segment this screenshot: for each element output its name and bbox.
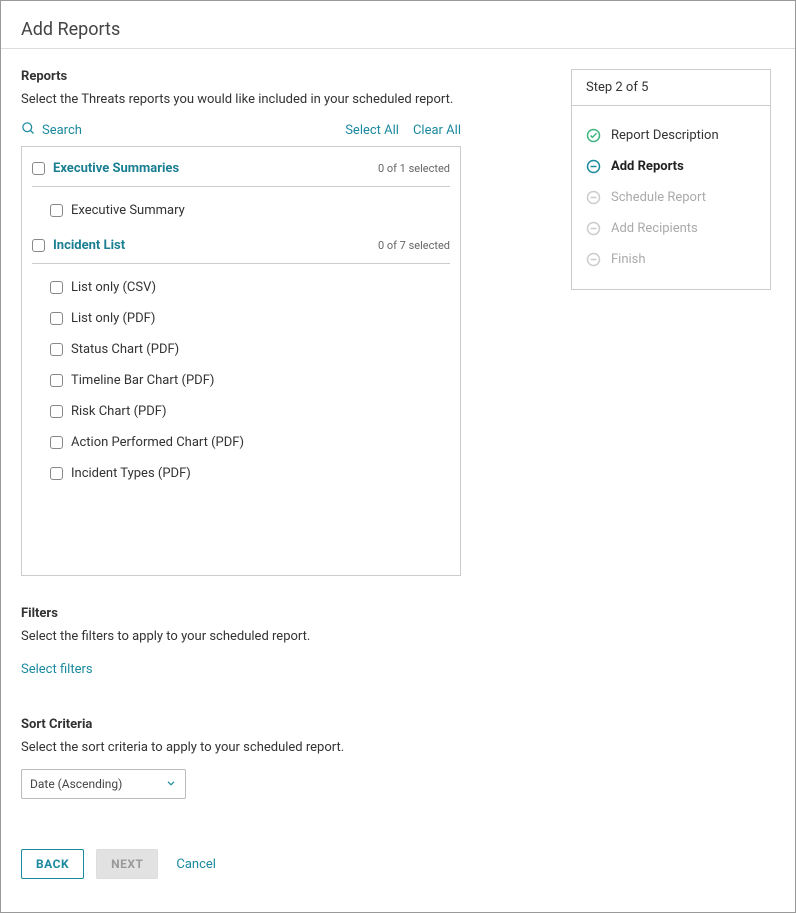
item-label: Status Chart (PDF): [71, 342, 179, 357]
step-add-reports[interactable]: Add Reports: [586, 151, 756, 182]
filters-heading: Filters: [21, 606, 775, 621]
page-title: Add Reports: [21, 19, 775, 40]
item-checkbox[interactable]: [50, 374, 63, 387]
next-label: NEXT: [111, 857, 143, 871]
group-checkbox[interactable]: [32, 162, 45, 175]
item-checkbox[interactable]: [50, 281, 63, 294]
lower-sections: Filters Select the filters to apply to y…: [1, 576, 795, 799]
report-item: Executive Summary: [32, 195, 450, 226]
clear-all-link[interactable]: Clear All: [413, 123, 461, 138]
step-label: Finish: [611, 252, 646, 267]
item-checkbox[interactable]: [50, 312, 63, 325]
step-add-recipients: Add Recipients: [586, 213, 756, 244]
item-label: Risk Chart (PDF): [71, 404, 166, 419]
pending-step-icon: [586, 221, 601, 236]
report-item: List only (CSV): [32, 272, 450, 303]
step-schedule-report: Schedule Report: [586, 182, 756, 213]
group-selected-count: 0 of 7 selected: [378, 239, 450, 252]
group-checkbox[interactable]: [32, 239, 45, 252]
back-button[interactable]: BACK: [21, 849, 84, 879]
item-checkbox[interactable]: [50, 204, 63, 217]
wizard-buttons: BACK NEXT Cancel: [1, 799, 795, 879]
item-label: List only (PDF): [71, 311, 155, 326]
back-label: BACK: [36, 857, 69, 871]
sort-description: Select the sort criteria to apply to you…: [21, 740, 775, 755]
step-label: Schedule Report: [611, 190, 706, 205]
pending-step-icon: [586, 252, 601, 267]
filters-description: Select the filters to apply to your sche…: [21, 629, 775, 644]
report-item: Status Chart (PDF): [32, 334, 450, 365]
group-header: Incident List 0 of 7 selected: [32, 234, 450, 264]
select-all-link[interactable]: Select All: [345, 123, 399, 138]
item-checkbox[interactable]: [50, 405, 63, 418]
check-circle-icon: [586, 128, 601, 143]
reports-list-box: Executive Summaries 0 of 1 selected Exec…: [21, 146, 461, 576]
item-label: Action Performed Chart (PDF): [71, 435, 244, 450]
step-report-description[interactable]: Report Description: [586, 120, 756, 151]
group-selected-count: 0 of 1 selected: [378, 162, 450, 175]
report-item: Timeline Bar Chart (PDF): [32, 365, 450, 396]
group-header: Executive Summaries 0 of 1 selected: [32, 157, 450, 187]
report-item: List only (PDF): [32, 303, 450, 334]
steps-list: Report Description Add Reports: [572, 106, 770, 289]
reports-heading: Reports: [21, 69, 551, 84]
report-item: Risk Chart (PDF): [32, 396, 450, 427]
search-label: Search: [42, 123, 82, 138]
steps-panel: Step 2 of 5 Report Description: [571, 69, 771, 290]
sort-selected-value: Date (Ascending): [30, 777, 122, 791]
chevron-down-icon: [165, 777, 177, 792]
report-group: Incident List 0 of 7 selected List only …: [32, 234, 450, 489]
step-label: Report Description: [611, 128, 719, 143]
reports-toolbar: Search Select All Clear All: [21, 121, 461, 140]
next-button: NEXT: [96, 849, 158, 879]
wizard-page: Add Reports Reports Select the Threats r…: [0, 0, 796, 913]
item-checkbox[interactable]: [50, 467, 63, 480]
select-filters-link[interactable]: Select filters: [21, 662, 93, 677]
group-title[interactable]: Incident List: [53, 238, 125, 253]
item-checkbox[interactable]: [50, 436, 63, 449]
steps-header: Step 2 of 5: [572, 70, 770, 106]
item-label: List only (CSV): [71, 280, 156, 295]
report-item: Action Performed Chart (PDF): [32, 427, 450, 458]
cancel-link[interactable]: Cancel: [170, 857, 216, 872]
step-label: Add Reports: [611, 159, 684, 174]
pending-step-icon: [586, 190, 601, 205]
item-checkbox[interactable]: [50, 343, 63, 356]
search-icon: [21, 121, 36, 140]
step-label: Add Recipients: [611, 221, 698, 236]
sort-heading: Sort Criteria: [21, 717, 775, 732]
toolbar-links: Select All Clear All: [345, 123, 461, 138]
sort-select[interactable]: Date (Ascending): [21, 769, 186, 799]
item-label: Timeline Bar Chart (PDF): [71, 373, 214, 388]
item-label: Incident Types (PDF): [71, 466, 191, 481]
step-finish: Finish: [586, 244, 756, 275]
search-button[interactable]: Search: [21, 121, 82, 140]
group-title[interactable]: Executive Summaries: [53, 161, 179, 176]
page-header: Add Reports: [1, 1, 795, 49]
report-group: Executive Summaries 0 of 1 selected Exec…: [32, 157, 450, 226]
current-step-icon: [586, 159, 601, 174]
report-item: Incident Types (PDF): [32, 458, 450, 489]
reports-column: Reports Select the Threats reports you w…: [21, 69, 551, 576]
steps-column: Step 2 of 5 Report Description: [571, 69, 771, 576]
item-label: Executive Summary: [71, 203, 185, 218]
reports-description: Select the Threats reports you would lik…: [21, 92, 551, 107]
